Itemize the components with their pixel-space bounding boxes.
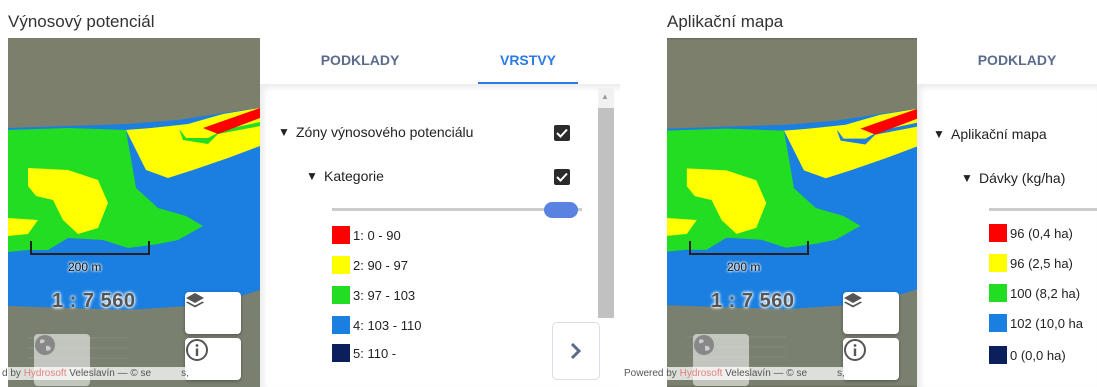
next-button[interactable]: [552, 322, 600, 380]
yield-potential-panel: Výnosový potenciál 200 m 1 : 7 560 d by …: [0, 0, 620, 387]
map-attribution: Powered by Hydrosoft Veleslavín — © se s,: [622, 367, 847, 380]
legend-swatch: [332, 226, 350, 244]
opacity-slider-track[interactable]: [989, 208, 1097, 211]
legend-swatch: [989, 346, 1007, 364]
layer-group-label: Aplikační mapa: [951, 126, 1047, 142]
chevron-down-icon: ▼: [306, 169, 318, 183]
sublayer-row[interactable]: ▼ Dávky (kg/ha): [961, 170, 1065, 186]
info-button[interactable]: [185, 338, 241, 380]
layers-stack-icon: [844, 293, 862, 308]
legend-swatch: [989, 314, 1007, 332]
scale-ratio: 1 : 7 560: [711, 290, 795, 312]
panel-tabs: PODKLADY: [917, 38, 1097, 84]
map-attribution: d by Hydrosoft Veleslavín — © se s,: [0, 367, 191, 380]
legend-item: 0 (0,0 ha): [989, 346, 1066, 364]
legend-item: 100 (8,2 ha): [989, 284, 1080, 302]
tab-vrstvy[interactable]: VRSTVY: [478, 38, 578, 84]
legend-item: 5: 110 -: [332, 344, 396, 362]
attribution-link[interactable]: Hydrosoft: [24, 368, 67, 379]
legend-item: 102 (10,0 ha: [989, 314, 1083, 332]
globe-icon: [694, 335, 714, 355]
legend-item: 96 (0,4 ha): [989, 224, 1073, 242]
scrollbar-thumb[interactable]: [598, 108, 614, 318]
scale-label: 200 m: [727, 260, 761, 274]
sublayer-row[interactable]: ▼ Kategorie: [306, 168, 384, 184]
layer-group-row[interactable]: ▼ Zóny výnosového potenciálu: [278, 124, 473, 140]
panel-title: Aplikační mapa: [667, 12, 784, 31]
tab-podklady[interactable]: PODKLADY: [300, 38, 420, 84]
info-circle-icon: [186, 339, 208, 361]
info-circle-icon: [844, 339, 866, 361]
legend-item: 3: 97 - 103: [332, 286, 415, 304]
scale-bar: [689, 241, 809, 255]
legend-swatch: [332, 316, 350, 334]
legend-swatch: [332, 256, 350, 274]
layers-stack-icon: [186, 293, 204, 308]
application-map-panel: Aplikační mapa 200 m 1 : 7 560 Powered b…: [620, 0, 1097, 387]
panel-title: Výnosový potenciál: [8, 12, 155, 31]
layer-group-checkbox[interactable]: [554, 125, 570, 141]
chevron-down-icon: ▼: [933, 127, 945, 141]
opacity-slider-knob[interactable]: [544, 202, 578, 218]
chevron-down-icon: ▼: [961, 171, 973, 185]
checkbox-checked-icon: [556, 128, 568, 138]
legend-swatch: [332, 344, 350, 362]
legend-swatch: [989, 254, 1007, 272]
legend-item: 1: 0 - 90: [332, 226, 401, 244]
scale-bar: [30, 241, 150, 255]
globe-icon: [35, 335, 55, 355]
legend-swatch: [989, 284, 1007, 302]
map-view[interactable]: 200 m 1 : 7 560: [667, 38, 917, 387]
sublayer-checkbox[interactable]: [554, 169, 570, 185]
checkbox-checked-icon: [556, 172, 568, 182]
layer-group-label: Zóny výnosového potenciálu: [296, 124, 474, 140]
layers-button[interactable]: [185, 292, 241, 334]
legend-item: 2: 90 - 97: [332, 256, 408, 274]
layers-tree: ▼ Zóny výnosového potenciálu ▼ Kategorie…: [260, 84, 620, 387]
sublayer-label: Dávky (kg/ha): [979, 170, 1066, 186]
map-view[interactable]: 200 m 1 : 7 560: [8, 38, 260, 387]
attribution-link[interactable]: Hydrosoft: [680, 368, 723, 379]
layers-button[interactable]: [843, 292, 899, 334]
info-button[interactable]: [843, 338, 899, 380]
layer-group-row[interactable]: ▼ Aplikační mapa: [933, 126, 1047, 142]
panel-tabs: PODKLADY VRSTVY: [260, 38, 620, 84]
sublayer-label: Kategorie: [324, 168, 384, 184]
legend-swatch: [989, 224, 1007, 242]
tab-podklady[interactable]: PODKLADY: [957, 38, 1077, 84]
legend-item: 96 (2,5 ha): [989, 254, 1073, 272]
legend-swatch: [332, 286, 350, 304]
scroll-up-icon[interactable]: ▲: [601, 92, 609, 101]
layers-tree: ▼ Aplikační mapa ▼ Dávky (kg/ha) 96 (0,4…: [917, 84, 1097, 387]
chevron-down-icon: ▼: [278, 125, 290, 139]
legend-item: 4: 103 - 110: [332, 316, 421, 334]
scale-label: 200 m: [68, 260, 102, 274]
chevron-right-icon: [570, 343, 582, 359]
scale-ratio: 1 : 7 560: [52, 290, 136, 312]
